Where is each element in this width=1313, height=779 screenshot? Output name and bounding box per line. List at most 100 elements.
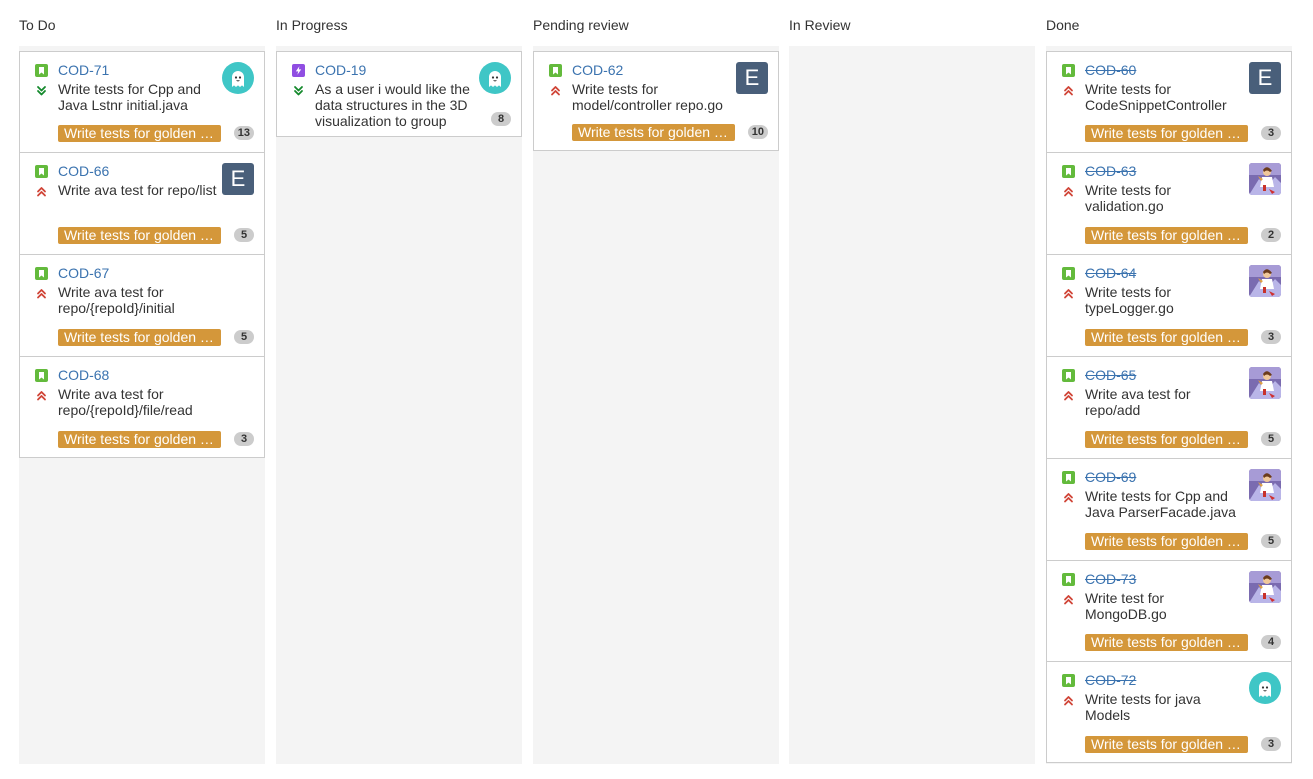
issue-card[interactable]: COD-60 Write tests for CodeSnippetControl…	[1046, 51, 1292, 153]
improvement-icon	[292, 64, 305, 77]
issue-card[interactable]: COD-68 Write ava test for repo/{repoId}/f…	[19, 356, 265, 458]
epic-label[interactable]: Write tests for golden master	[572, 124, 735, 141]
story-points-badge: 5	[1261, 534, 1281, 548]
issue-card[interactable]: COD-62 Write tests for model/controller r…	[533, 51, 779, 151]
story-icon	[1062, 267, 1075, 280]
issue-summary: Write tests for model/controller repo.go	[572, 81, 723, 113]
priority-low-icon	[292, 84, 305, 97]
story-points-badge: 5	[234, 330, 254, 344]
epic-label[interactable]: Write tests for golden master	[58, 431, 221, 448]
priority-high-icon	[1062, 287, 1075, 300]
priority-high-icon	[1062, 185, 1075, 198]
issue-key-link[interactable]: COD-68	[58, 367, 109, 384]
story-points-badge: 3	[234, 432, 254, 446]
story-icon	[35, 267, 48, 280]
assignee-avatar[interactable]: E	[1249, 62, 1281, 94]
issue-summary: Write tests for validation.go	[1085, 182, 1172, 214]
avatar-initial: E	[1257, 65, 1273, 90]
story-icon	[1062, 471, 1075, 484]
issue-summary: As a user i would like the data structur…	[315, 81, 470, 129]
issue-summary: Write ava test for repo/{repoId}/initial	[58, 284, 175, 316]
issue-key-link[interactable]: COD-63	[1085, 163, 1136, 180]
issue-card[interactable]: COD-69 Write tests for Cpp and Java Parse…	[1046, 458, 1292, 561]
issue-key-link[interactable]: COD-69	[1085, 469, 1136, 486]
issue-card[interactable]: COD-65 Write ava test for repo/add Write t…	[1046, 356, 1292, 459]
priority-high-icon	[1062, 593, 1075, 606]
story-points-badge: 5	[234, 228, 254, 242]
issue-key-link[interactable]: COD-73	[1085, 571, 1136, 588]
assignee-avatar[interactable]	[1249, 367, 1281, 399]
story-points-badge: 10	[747, 125, 768, 139]
issue-key-link[interactable]: COD-62	[572, 62, 623, 79]
column-in-review	[789, 46, 1035, 764]
story-icon	[549, 64, 562, 77]
priority-high-icon	[1062, 84, 1075, 97]
epic-label[interactable]: Write tests for golden master	[1085, 227, 1248, 244]
story-points-badge: 13	[233, 126, 254, 140]
issue-card[interactable]: COD-64 Write tests for typeLogger.go Write…	[1046, 254, 1292, 357]
assignee-avatar[interactable]	[1249, 672, 1281, 704]
assignee-avatar[interactable]	[1249, 571, 1281, 603]
story-points-badge: 2	[1261, 228, 1281, 242]
issue-card[interactable]: COD-72 Write tests for java Models Write t…	[1046, 661, 1292, 763]
issue-key-link[interactable]: COD-67	[58, 265, 109, 282]
column-to-do: COD-71 Write tests for Cpp and Java Lstnr…	[19, 46, 265, 764]
priority-high-icon	[35, 389, 48, 402]
epic-label[interactable]: Write tests for golden master	[1085, 329, 1248, 346]
epic-label[interactable]: Write tests for golden master	[1085, 125, 1248, 142]
column-title: To Do	[19, 17, 56, 33]
story-icon	[1062, 369, 1075, 382]
issue-key-link[interactable]: COD-71	[58, 62, 109, 79]
issue-summary: Write tests for java Models	[1085, 691, 1201, 723]
column-title: Done	[1046, 17, 1080, 33]
epic-label[interactable]: Write tests for golden master	[1085, 533, 1248, 550]
issue-summary: Write test for MongoDB.go	[1085, 590, 1167, 622]
story-icon	[1062, 64, 1075, 77]
column-in-progress: COD-19 As a user i would like the data st…	[276, 46, 522, 764]
story-points-badge: 3	[1261, 126, 1281, 140]
issue-key-link[interactable]: COD-65	[1085, 367, 1136, 384]
priority-high-icon	[1062, 491, 1075, 504]
story-points-badge: 5	[1261, 432, 1281, 446]
issue-card[interactable]: COD-63 Write tests for validation.go Write…	[1046, 152, 1292, 255]
priority-low-icon	[35, 84, 48, 97]
column-title: Pending review	[533, 17, 629, 33]
epic-label[interactable]: Write tests for golden master	[58, 125, 221, 142]
epic-label[interactable]: Write tests for golden master	[1085, 736, 1248, 753]
priority-high-icon	[35, 185, 48, 198]
issue-summary: Write ava test for repo/{repoId}/file/re…	[58, 386, 193, 418]
column-pending-review: COD-62 Write tests for model/controller r…	[533, 46, 779, 764]
epic-label[interactable]: Write tests for golden master	[1085, 634, 1248, 651]
avatar-initial: E	[230, 166, 246, 191]
assignee-avatar[interactable]	[222, 62, 254, 94]
issue-key-link[interactable]: COD-66	[58, 163, 109, 180]
issue-summary: Write ava test for repo/add	[1085, 386, 1191, 418]
column-title: In Review	[789, 17, 851, 33]
assignee-avatar[interactable]	[1249, 469, 1281, 501]
issue-key-link[interactable]: COD-60	[1085, 62, 1136, 79]
issue-key-link[interactable]: COD-19	[315, 62, 366, 79]
story-icon	[35, 369, 48, 382]
assignee-avatar[interactable]	[1249, 163, 1281, 195]
epic-label[interactable]: Write tests for golden master	[1085, 431, 1248, 448]
issue-card[interactable]: COD-19 As a user i would like the data st…	[276, 51, 522, 137]
issue-card[interactable]: COD-73 Write test for MongoDB.go Write tes…	[1046, 560, 1292, 662]
story-points-badge: 4	[1261, 635, 1281, 649]
issue-key-link[interactable]: COD-64	[1085, 265, 1136, 282]
assignee-avatar[interactable]	[479, 62, 511, 94]
issue-card[interactable]: COD-67 Write ava test for repo/{repoId}/i…	[19, 254, 265, 357]
epic-label[interactable]: Write tests for golden master	[58, 329, 221, 346]
kanban-board: To Do COD-71 Write tests for Cpp and Java …	[0, 0, 1313, 779]
story-points-badge: 3	[1261, 330, 1281, 344]
issue-card[interactable]: COD-71 Write tests for Cpp and Java Lstnr…	[19, 51, 265, 153]
issue-summary: Write tests for Cpp and Java Lstnr initi…	[58, 81, 201, 113]
story-icon	[1062, 165, 1075, 178]
assignee-avatar[interactable]: E	[736, 62, 768, 94]
assignee-avatar[interactable]	[1249, 265, 1281, 297]
issue-card[interactable]: COD-66 Write ava test for repo/list E Write…	[19, 152, 265, 255]
priority-high-icon	[549, 84, 562, 97]
issue-key-link[interactable]: COD-72	[1085, 672, 1136, 689]
story-icon	[35, 165, 48, 178]
assignee-avatar[interactable]: E	[222, 163, 254, 195]
epic-label[interactable]: Write tests for golden master	[58, 227, 221, 244]
